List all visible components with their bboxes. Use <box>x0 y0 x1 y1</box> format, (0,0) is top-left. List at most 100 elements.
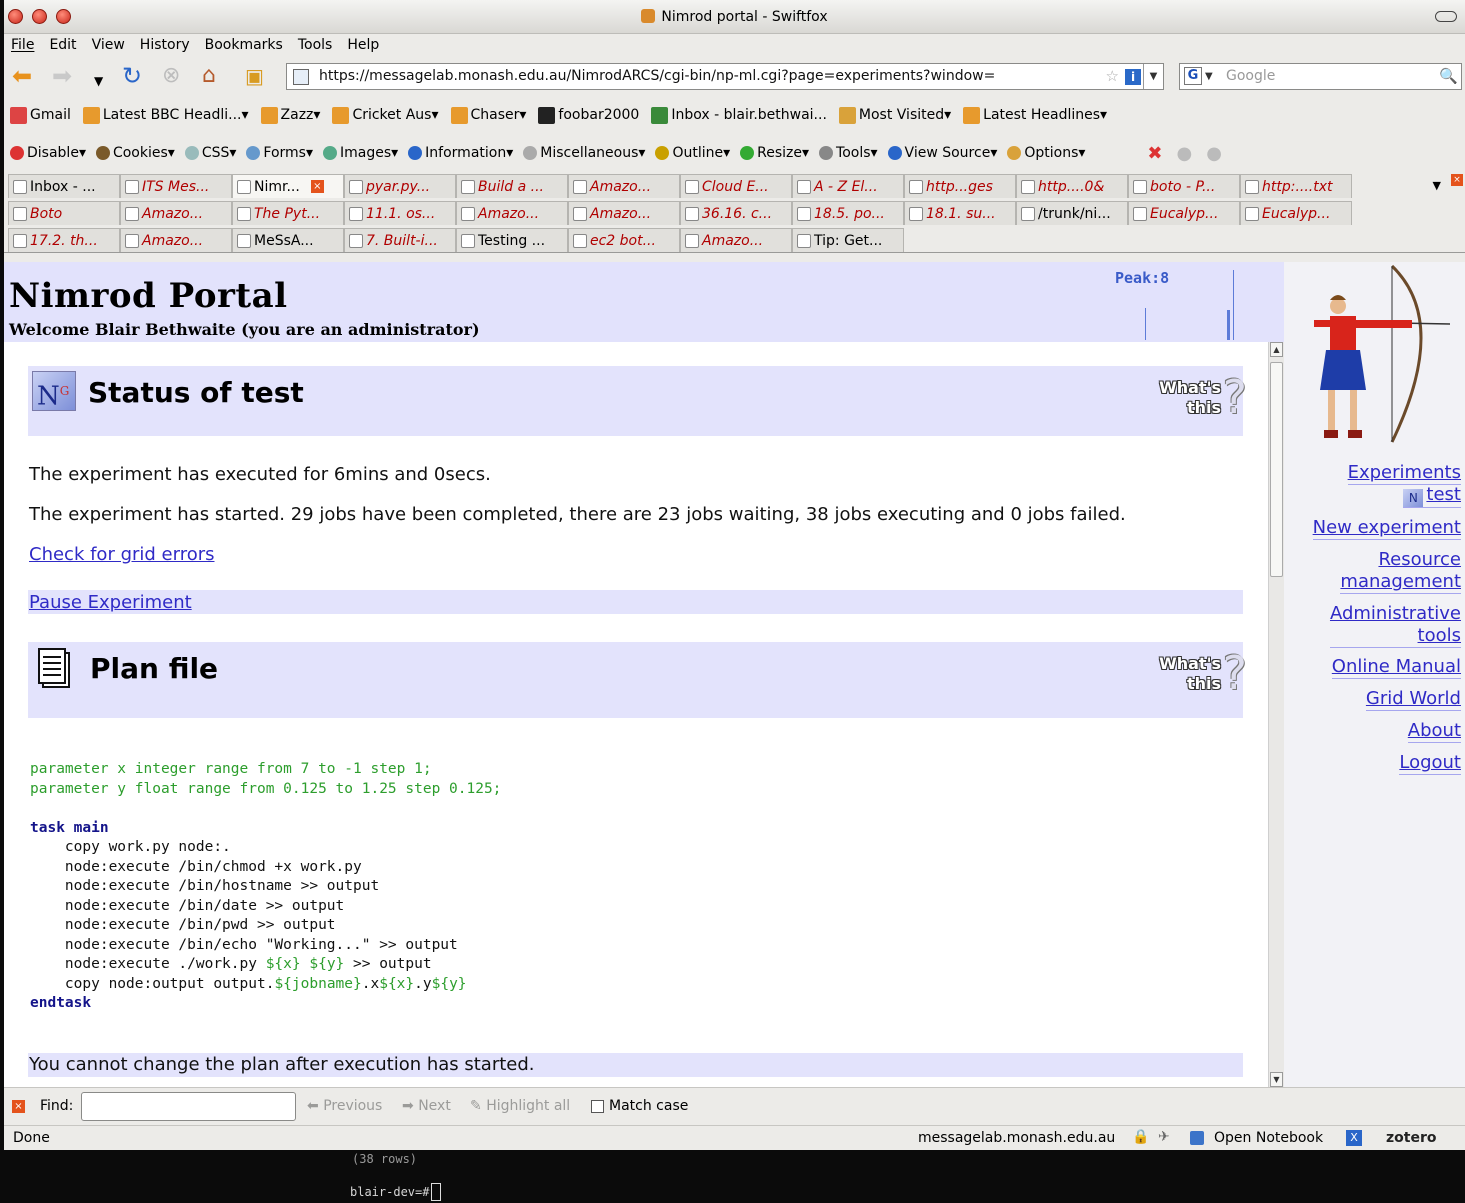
close-findbar-icon[interactable]: × <box>12 1100 25 1113</box>
devtools-menu-disable[interactable]: Disable ▾ <box>10 145 86 161</box>
terminal-prompt[interactable]: blair-dev=# <box>350 1183 442 1201</box>
match-case-checkbox[interactable] <box>591 1100 604 1113</box>
info-icon[interactable]: i <box>1125 69 1141 85</box>
devtools-menu-images[interactable]: Images ▾ <box>323 145 398 161</box>
devtools-menu-tools[interactable]: Tools ▾ <box>819 145 878 161</box>
browser-tab[interactable]: ITS Mes... <box>120 174 232 198</box>
devtools-menu-resize[interactable]: Resize ▾ <box>740 145 809 161</box>
stop-all-icon[interactable]: ✖ <box>1147 143 1162 164</box>
browser-tab[interactable]: 18.1. su... <box>904 201 1016 225</box>
url-dropdown-icon[interactable]: ▼ <box>1143 64 1163 89</box>
browser-tab[interactable]: 11.1. os... <box>344 201 456 225</box>
tab-list-dropdown-icon[interactable]: ▼ <box>1433 179 1441 192</box>
bookmark-star-icon[interactable]: ☆ <box>1106 64 1119 89</box>
bookmark-item[interactable]: foobar2000 <box>538 106 639 124</box>
browser-tab[interactable]: The Pyt... <box>232 201 344 225</box>
back-icon[interactable]: ⬅ <box>12 64 32 88</box>
window-pill-button[interactable] <box>1435 11 1457 22</box>
find-next-button[interactable]: ➡ Next <box>402 1098 451 1114</box>
browser-tab[interactable]: Inbox - ... <box>8 174 120 198</box>
browser-tab[interactable]: Amazo... <box>120 201 232 225</box>
browser-tab[interactable]: 36.16. c... <box>680 201 792 225</box>
browser-tab[interactable]: pyar.py... <box>344 174 456 198</box>
browser-tab[interactable]: 18.5. po... <box>792 201 904 225</box>
browser-tab[interactable]: http:....txt <box>1240 174 1352 198</box>
browser-tab[interactable]: 17.2. th... <box>8 228 120 252</box>
scroll-down-icon[interactable]: ▼ <box>1270 1072 1283 1087</box>
close-tab-icon[interactable]: × <box>310 180 324 193</box>
browser-tab[interactable]: Amazo... <box>680 228 792 252</box>
zotero-button[interactable]: zotero <box>1386 1130 1436 1146</box>
grey-circle-icon[interactable]: ● <box>1177 143 1193 164</box>
search-bar[interactable]: G ▼ Google 🔍 <box>1179 63 1462 90</box>
menu-view[interactable]: View <box>92 37 125 53</box>
bookmark-item[interactable]: Latest Headlines ▾ <box>963 106 1107 124</box>
stop-icon[interactable]: ⊗ <box>162 65 180 87</box>
screenshot-tool-icon[interactable]: ▣ <box>245 65 264 87</box>
browser-tab[interactable]: Nimr... × <box>232 174 344 198</box>
browser-tab[interactable]: Testing ... <box>456 228 568 252</box>
whats-this-help-icon[interactable]: What's this? <box>1159 650 1247 696</box>
bookmark-item[interactable]: Latest BBC Headli... ▾ <box>82 106 249 124</box>
devtools-menu-information[interactable]: Information ▾ <box>408 145 513 161</box>
bookmark-item[interactable]: Cricket Aus ▾ <box>332 106 439 124</box>
browser-tab[interactable]: boto - P... <box>1128 174 1240 198</box>
browser-tab[interactable]: A - Z El... <box>792 174 904 198</box>
menu-file[interactable]: File <box>11 37 34 53</box>
google-engine-icon[interactable]: G <box>1184 67 1202 85</box>
browser-tab[interactable]: Boto <box>8 201 120 225</box>
menu-history[interactable]: History <box>140 37 190 53</box>
menu-bookmarks[interactable]: Bookmarks <box>205 37 283 53</box>
sidebar-grid-world-link[interactable]: Grid World <box>1365 688 1461 711</box>
engine-dropdown-icon[interactable]: ▼ <box>1205 64 1213 89</box>
lock-icon[interactable]: 🔒 <box>1132 1129 1149 1145</box>
browser-tab[interactable]: MeSsA... <box>232 228 344 252</box>
devtools-menu-cookies[interactable]: Cookies ▾ <box>95 145 175 161</box>
sidebar-test-link[interactable]: test <box>1426 484 1461 505</box>
highlight-all-button[interactable]: ✎ Highlight all <box>470 1098 570 1114</box>
devtools-menu-options[interactable]: Options ▾ <box>1007 145 1085 161</box>
bookmark-item[interactable]: Zazz ▾ <box>260 106 320 124</box>
browser-tab[interactable]: Build a ... <box>456 174 568 198</box>
devtools-menu-outline[interactable]: Outline ▾ <box>655 145 730 161</box>
browser-tab[interactable]: Tip: Get... <box>792 228 904 252</box>
browser-tab[interactable]: http....0& <box>1016 174 1128 198</box>
xmarks-icon[interactable]: X <box>1346 1130 1362 1146</box>
find-input[interactable] <box>81 1092 296 1121</box>
url-bar[interactable]: https://messagelab.monash.edu.au/NimrodA… <box>286 63 1164 90</box>
browser-tab[interactable]: http...ges <box>904 174 1016 198</box>
browser-tab[interactable]: Amazo... <box>456 201 568 225</box>
menu-edit[interactable]: Edit <box>49 37 76 53</box>
vertical-scrollbar[interactable]: ▲ ▼ <box>1268 342 1284 1087</box>
sidebar-administrative-tools-link[interactable]: Administrative tools <box>1329 603 1461 648</box>
close-tab-icon[interactable]: × <box>1451 174 1463 186</box>
browser-tab[interactable]: Cloud E... <box>680 174 792 198</box>
bookmark-item[interactable]: Inbox - blair.bethwai... <box>651 106 827 124</box>
reload-icon[interactable]: ↻ <box>122 64 142 88</box>
scrollbar-thumb[interactable] <box>1270 362 1283 577</box>
menu-tools[interactable]: Tools <box>298 37 333 53</box>
sidebar-new-experiment-link[interactable]: New experiment <box>1312 517 1461 540</box>
devtools-menu-miscellaneous[interactable]: Miscellaneous ▾ <box>523 145 645 161</box>
whats-this-help-icon[interactable]: What's this? <box>1159 374 1247 420</box>
browser-tab[interactable]: 7. Built-i... <box>344 228 456 252</box>
sidebar-about-link[interactable]: About <box>1407 720 1461 743</box>
browser-tab[interactable]: Eucalyp... <box>1128 201 1240 225</box>
browser-tab[interactable]: Eucalyp... <box>1240 201 1352 225</box>
bookmark-item[interactable]: Gmail <box>10 106 71 124</box>
menu-help[interactable]: Help <box>347 37 379 53</box>
forward-icon[interactable]: ➡ <box>52 64 72 88</box>
devtools-menu-view-source[interactable]: View Source ▾ <box>887 145 997 161</box>
scroll-up-icon[interactable]: ▲ <box>1270 342 1283 357</box>
browser-tab[interactable]: Amazo... <box>120 228 232 252</box>
browser-tab[interactable]: ec2 bot... <box>568 228 680 252</box>
home-icon[interactable]: ⌂ <box>202 65 216 87</box>
pause-experiment-link[interactable]: Pause Experiment <box>29 592 192 613</box>
bookmark-item[interactable]: Most Visited ▾ <box>838 106 951 124</box>
devtools-menu-css[interactable]: CSS ▾ <box>184 145 236 161</box>
sidebar-experiments-link[interactable]: Experiments <box>1347 462 1461 485</box>
check-grid-errors-link[interactable]: Check for grid errors <box>29 544 215 565</box>
devtools-menu-forms[interactable]: Forms ▾ <box>246 145 313 161</box>
mouse-gesture-icon[interactable]: ✈ <box>1158 1129 1170 1145</box>
search-icon[interactable]: 🔍 <box>1439 64 1458 89</box>
